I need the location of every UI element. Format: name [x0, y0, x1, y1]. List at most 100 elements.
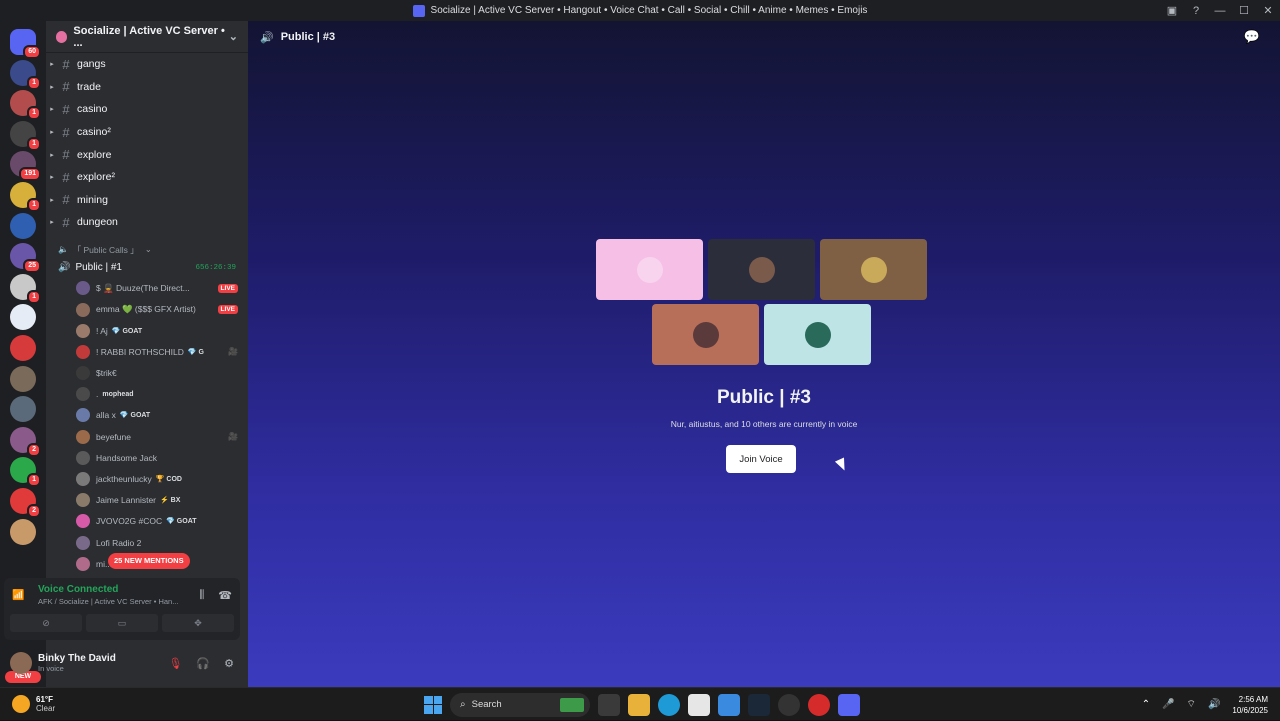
participant-tile[interactable]	[596, 239, 703, 300]
server-icon[interactable]: 2	[10, 426, 41, 457]
hash-icon: #	[62, 124, 70, 140]
notepad-icon[interactable]	[718, 693, 740, 716]
voice-member[interactable]: Handsome Jack	[46, 447, 248, 468]
camera-off-icon: ⊘	[42, 617, 50, 628]
participant-tile[interactable]	[764, 304, 871, 365]
voice-member[interactable]: ! Aj 💎 GOAT	[46, 320, 248, 341]
noise-suppression-icon[interactable]: ⫼	[199, 589, 204, 602]
gear-icon[interactable]: ⚙	[224, 657, 234, 670]
channel-item[interactable]: ▸ # gangs	[46, 53, 248, 76]
server-icon[interactable]	[10, 365, 36, 392]
voice-member[interactable]: beyefune 🎥	[46, 426, 248, 447]
channel-name: explore²	[77, 171, 115, 184]
server-icon[interactable]	[10, 518, 36, 545]
participant-tile[interactable]	[652, 304, 759, 365]
avatar	[76, 302, 90, 317]
username[interactable]: Binky The David	[38, 653, 116, 664]
opera-icon[interactable]	[808, 693, 830, 716]
file-explorer-icon[interactable]	[628, 693, 650, 716]
hash-icon: #	[62, 214, 70, 230]
close-button[interactable]: ✕	[1256, 4, 1280, 17]
disconnect-icon[interactable]: ☎	[218, 589, 232, 602]
signal-icon[interactable]: 📶	[12, 590, 28, 601]
collapse-arrow-icon: ▸	[50, 174, 54, 182]
server-icon[interactable]: 1	[10, 120, 41, 151]
channel-item[interactable]: ▸ # dungeon	[46, 211, 248, 234]
voice-member[interactable]: jacktheunlucky 🏆 COD	[46, 468, 248, 489]
voice-member[interactable]: emma 💚 ($$$ GFX Artist) LIVE	[46, 299, 248, 320]
server-icon[interactable]: 1	[10, 457, 41, 488]
headphones-icon[interactable]: 🎧	[196, 657, 210, 670]
channel-item[interactable]: ▸ # explore	[46, 143, 248, 166]
channel-item[interactable]: ▸ # trade	[46, 76, 248, 99]
server-icon[interactable]: 1	[10, 273, 41, 304]
server-icon[interactable]	[10, 304, 36, 331]
unread-badge: 1	[27, 197, 41, 212]
voice-member[interactable]: ! RABBI ROTHSCHILD 💎 G 🎥	[46, 341, 248, 362]
server-icon[interactable]	[10, 212, 36, 239]
server-icon[interactable]: 25	[10, 243, 41, 274]
screen-share-button[interactable]: ▭	[86, 614, 158, 632]
server-icon[interactable]	[10, 334, 36, 361]
chevron-down-icon: ⌄	[228, 31, 238, 43]
taskbar-search[interactable]: ⌕ Search	[450, 692, 590, 717]
volume-icon[interactable]: 🔊	[1208, 699, 1220, 710]
weather-widget[interactable]: 61°F Clear	[0, 695, 55, 713]
voice-member[interactable]: Jaime Lannister ⚡ BX	[46, 490, 248, 511]
voice-channel-public-1[interactable]: 🔊 Public | #1 656:26:39	[46, 258, 248, 278]
member-name: Lofi Radio 2	[96, 537, 142, 548]
new-mentions-pill[interactable]: 25 NEW MENTIONS	[108, 553, 190, 569]
inbox-icon[interactable]: ▣	[1160, 4, 1184, 17]
task-view-icon[interactable]	[598, 693, 620, 716]
participant-tile[interactable]	[820, 239, 927, 300]
voice-member[interactable]: Lofi Radio 2	[46, 532, 248, 553]
discord-icon[interactable]	[838, 693, 860, 716]
server-icon[interactable]: 1	[10, 90, 41, 121]
start-button[interactable]	[424, 695, 442, 714]
voice-member[interactable]: . mophead	[46, 384, 248, 405]
microphone-icon[interactable]: 🎤	[1162, 699, 1174, 710]
avatar	[76, 344, 90, 359]
voice-timer: 656:26:39	[195, 263, 236, 272]
channel-item[interactable]: ▸ # explore²	[46, 166, 248, 189]
clock-date: 10/6/2025	[1232, 705, 1268, 715]
chevron-up-icon[interactable]: ⌃	[1142, 699, 1150, 710]
channel-item[interactable]: ▸ # casino²	[46, 121, 248, 144]
mic-muted-icon[interactable]: 🎙	[168, 657, 182, 670]
member-name: JVOVO2G #COC	[96, 516, 163, 527]
maximize-button[interactable]: ☐	[1232, 4, 1256, 17]
minimize-button[interactable]: —	[1208, 5, 1232, 17]
server-icon[interactable]: 191	[10, 151, 41, 182]
server-icon[interactable]: 1	[10, 59, 41, 90]
chat-icon[interactable]: 💬	[1244, 29, 1260, 45]
voice-member[interactable]: $ 💂 Duuze(The Direct... LIVE	[46, 278, 248, 299]
steam-icon[interactable]	[748, 693, 770, 716]
help-icon[interactable]: ?	[1184, 5, 1208, 17]
edge-icon[interactable]	[658, 693, 680, 716]
store-icon[interactable]	[688, 693, 710, 716]
activity-button[interactable]: ✥	[162, 614, 234, 632]
chrome-icon[interactable]	[778, 693, 800, 716]
server-icon[interactable]: 1	[10, 181, 41, 212]
camera-button[interactable]: ⊘	[10, 614, 82, 632]
stage-subtitle: Nur, aitiustus, and 10 others are curren…	[670, 419, 858, 429]
discord-home-icon[interactable]: 60	[10, 29, 41, 59]
voice-status-subtitle[interactable]: AFK / Socialize | Active VC Server • Han…	[38, 597, 178, 606]
join-voice-button[interactable]: Join Voice	[726, 445, 796, 473]
unread-badge: 1	[27, 289, 41, 304]
guild-header[interactable]: Socialize | Active VC Server • ... ⌄	[46, 21, 248, 53]
server-icon[interactable]	[10, 396, 36, 423]
clock[interactable]: 2:56 AM 10/6/2025	[1232, 694, 1268, 716]
voice-member[interactable]: $trik€	[46, 363, 248, 384]
voice-status-title[interactable]: Voice Connected	[38, 584, 178, 595]
channel-item[interactable]: ▸ # mining	[46, 189, 248, 212]
participant-tile[interactable]	[708, 239, 815, 300]
server-icon[interactable]: 2	[10, 487, 41, 518]
category-public-calls[interactable]: 🔈 「 Public Calls 」 ⌄	[46, 242, 248, 258]
voice-member[interactable]: alla x 💎 GOAT	[46, 405, 248, 426]
channel-item[interactable]: ▸ # casino	[46, 98, 248, 121]
avatar[interactable]	[10, 652, 32, 674]
wifi-icon[interactable]: ⌔	[1187, 698, 1196, 711]
voice-member[interactable]: JVOVO2G #COC 💎 GOAT	[46, 511, 248, 532]
avatar	[76, 387, 90, 402]
